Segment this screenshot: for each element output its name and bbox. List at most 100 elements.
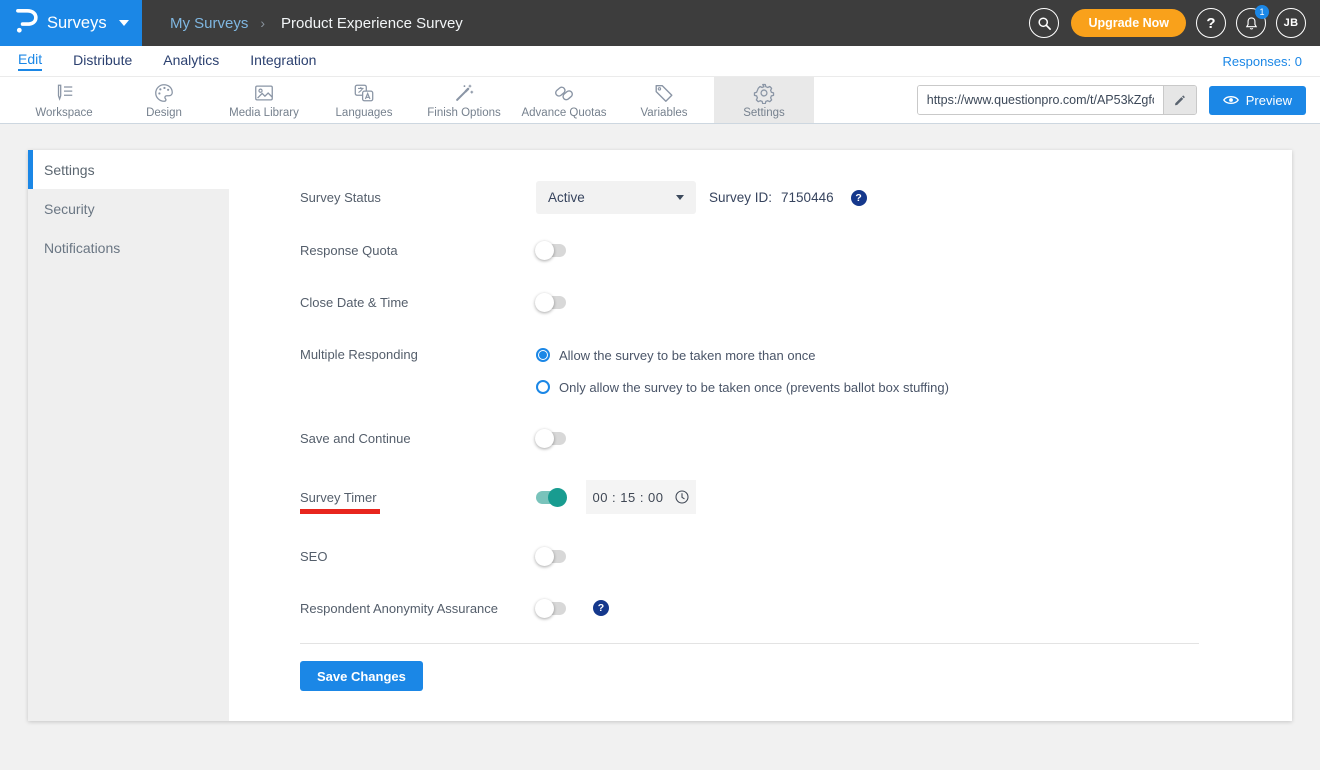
toggle-knob: [535, 428, 554, 448]
toolbar-item-languages[interactable]: Languages: [314, 77, 414, 123]
settings-card: Settings Security Notifications Survey S…: [28, 150, 1292, 721]
toggle-knob: [535, 598, 554, 618]
survey-status-value: Active: [548, 190, 585, 205]
response-quota-row: Response Quota: [300, 240, 1199, 260]
notifications-button[interactable]: 1: [1236, 5, 1269, 38]
product-name: Surveys: [47, 13, 107, 32]
survey-timer-row: Survey Timer 00 : 15 : 00: [300, 480, 1199, 514]
tab-integration[interactable]: Integration: [250, 52, 316, 70]
tab-analytics[interactable]: Analytics: [163, 52, 219, 70]
eye-icon: [1222, 96, 1239, 104]
help-button[interactable]: ?: [1196, 8, 1226, 38]
search-button[interactable]: [1029, 8, 1060, 38]
design-icon: [155, 83, 173, 102]
seo-label: SEO: [300, 548, 328, 564]
avatar[interactable]: JB: [1276, 8, 1306, 38]
form-divider: [300, 643, 1199, 644]
pencil-icon: [1174, 95, 1185, 106]
survey-url-field: [916, 85, 1197, 115]
breadcrumb-parent[interactable]: My Surveys: [170, 15, 248, 32]
settings-icon: [753, 83, 775, 104]
chevron-down-icon: [676, 195, 684, 200]
respondent-anonymity-label: Respondent Anonymity Assurance: [300, 600, 499, 616]
toolbar-item-workspace[interactable]: Workspace: [14, 77, 114, 123]
toolbar-item-finish-options[interactable]: Finish Options: [414, 77, 514, 123]
close-date-time-label: Close Date & Time: [300, 294, 409, 310]
tab-distribute[interactable]: Distribute: [73, 52, 132, 70]
toggle-knob: [535, 240, 554, 260]
radio-selected-icon: [536, 348, 550, 362]
search-icon: [1038, 16, 1051, 30]
survey-id-label: Survey ID:: [709, 190, 773, 205]
save-changes-button[interactable]: Save Changes: [300, 661, 423, 691]
languages-icon: [354, 84, 374, 101]
toggle-knob: [535, 292, 554, 312]
save-and-continue-row: Save and Continue: [300, 428, 1199, 448]
settings-form: Survey Status Active Survey ID: 7150446 …: [229, 150, 1292, 691]
response-quota-toggle[interactable]: [535, 240, 566, 260]
edit-url-button[interactable]: [1162, 86, 1196, 114]
survey-timer-input[interactable]: 00 : 15 : 00: [586, 480, 696, 514]
breadcrumb: My Surveys › Product Experience Survey: [170, 15, 463, 32]
radio-option-multiple-allowed[interactable]: Allow the survey to be taken more than o…: [536, 344, 949, 366]
survey-id-value: 7150446: [781, 190, 834, 205]
chevron-down-icon: [118, 20, 129, 26]
bell-icon: [1245, 16, 1257, 30]
close-date-time-row: Close Date & Time: [300, 292, 1199, 312]
avatar-initials: JB: [1283, 17, 1299, 29]
survey-status-row: Survey Status Active Survey ID: 7150446: [300, 181, 1199, 214]
question-help-icon[interactable]: [593, 600, 609, 616]
toolbar-item-advance-quotas[interactable]: Advance Quotas: [514, 77, 614, 123]
media-library-icon: [255, 84, 273, 101]
response-quota-label: Response Quota: [300, 242, 398, 258]
edit-toolbar: Workspace Design Media Library Languages…: [0, 76, 1320, 124]
product-switcher[interactable]: Surveys: [0, 0, 142, 46]
notification-badge: 1: [1255, 5, 1269, 19]
variables-icon: [655, 84, 673, 102]
sidebar-item-notifications[interactable]: Notifications: [28, 228, 229, 267]
toolbar-item-variables[interactable]: Variables: [614, 77, 714, 123]
radio-option-once-only[interactable]: Only allow the survey to be taken once (…: [536, 376, 949, 398]
multiple-responding-row: Multiple Responding Allow the survey to …: [300, 344, 1199, 398]
toggle-knob: [548, 487, 567, 507]
close-date-time-toggle[interactable]: [535, 292, 566, 312]
clock-icon: [674, 490, 689, 504]
survey-status-label: Survey Status: [300, 190, 381, 205]
survey-url-input[interactable]: [917, 86, 1163, 114]
toolbar-item-settings[interactable]: Settings: [714, 77, 814, 123]
multiple-responding-label: Multiple Responding: [300, 347, 418, 362]
seo-row: SEO: [300, 546, 1199, 566]
help-icon: ?: [1206, 14, 1216, 32]
save-and-continue-label: Save and Continue: [300, 430, 411, 446]
survey-status-select[interactable]: Active: [536, 181, 696, 214]
topbar: Surveys My Surveys › Product Experience …: [0, 0, 1320, 46]
breadcrumb-separator-icon: ›: [260, 15, 266, 31]
save-and-continue-toggle[interactable]: [535, 428, 566, 448]
questionpro-logo: [15, 7, 38, 39]
upgrade-now-button[interactable]: Upgrade Now: [1071, 9, 1186, 37]
sidebar-item-security[interactable]: Security: [28, 189, 229, 228]
question-help-icon[interactable]: [850, 189, 867, 206]
toggle-knob: [535, 546, 554, 566]
multiple-responding-options: Allow the survey to be taken more than o…: [536, 344, 949, 398]
advance-quotas-icon: [555, 86, 573, 100]
survey-timer-label: Survey Timer: [300, 489, 380, 514]
survey-timer-value: 00 : 15 : 00: [592, 489, 664, 505]
tab-edit[interactable]: Edit: [18, 51, 43, 71]
page-title: Product Experience Survey: [281, 14, 463, 32]
respondent-anonymity-row: Respondent Anonymity Assurance: [300, 598, 1199, 618]
sidebar-item-settings[interactable]: Settings: [28, 150, 229, 189]
toolbar-item-media-library[interactable]: Media Library: [214, 77, 314, 123]
responses-count: Responses: 0: [1222, 53, 1303, 69]
survey-timer-label-wrap: Survey Timer: [300, 489, 536, 514]
preview-button[interactable]: Preview: [1208, 85, 1306, 115]
survey-nav: Edit Distribute Analytics Integration Re…: [0, 46, 1320, 76]
settings-sidebar: Settings Security Notifications: [28, 150, 229, 721]
survey-timer-toggle[interactable]: [536, 487, 567, 507]
topbar-actions: Upgrade Now ? 1 JB: [1019, 5, 1320, 38]
respondent-anonymity-toggle[interactable]: [535, 598, 566, 618]
seo-toggle[interactable]: [535, 546, 566, 566]
finish-options-icon: [456, 84, 474, 101]
toolbar-item-design[interactable]: Design: [114, 77, 214, 123]
